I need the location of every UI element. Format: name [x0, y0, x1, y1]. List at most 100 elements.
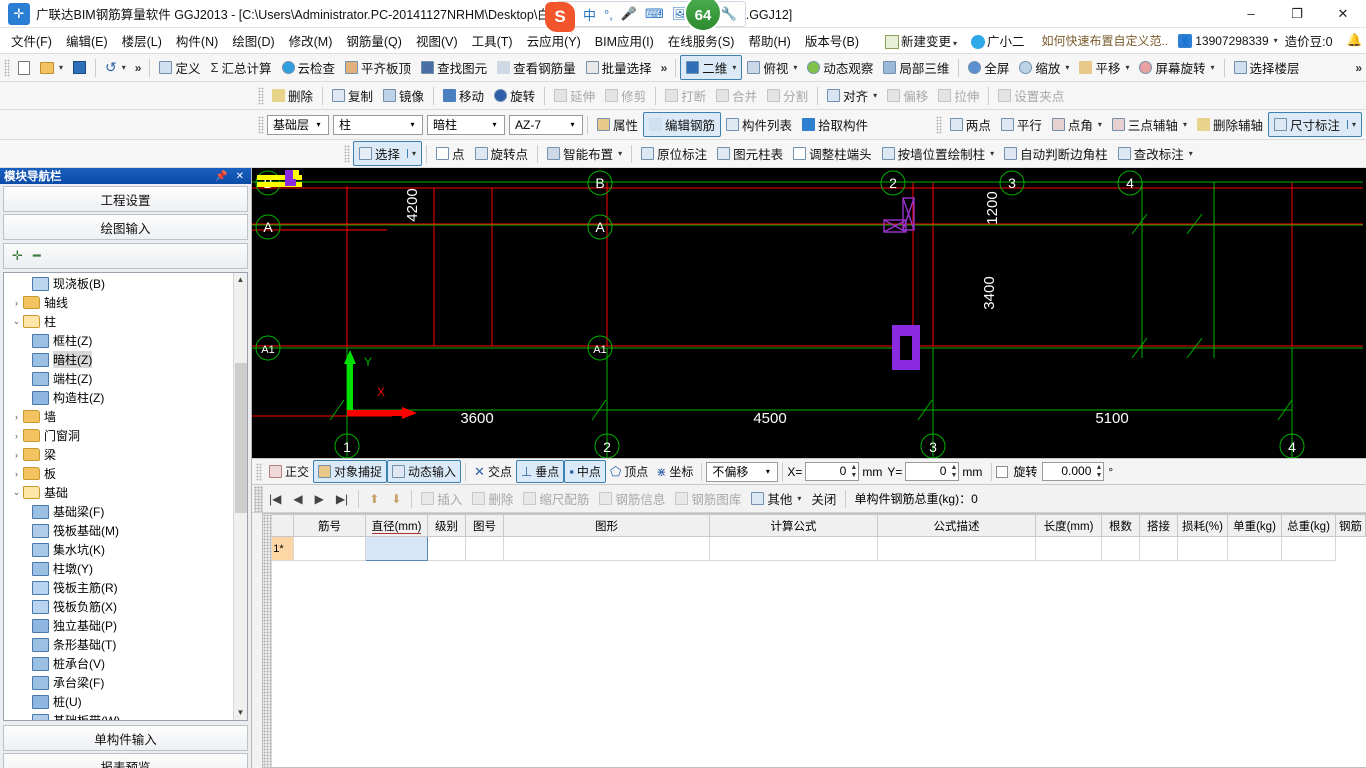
table-cell[interactable]	[293, 536, 366, 561]
rebar-info-button[interactable]: 钢筋信息	[594, 487, 670, 510]
undo-button[interactable]: ↺ ▾	[100, 57, 131, 78]
tree-item-folder[interactable]: › 门窗洞	[4, 426, 233, 445]
screen-rotate-button[interactable]: 屏幕旋转 ▾	[1134, 56, 1219, 79]
close-icon[interactable]: ✕	[236, 171, 244, 182]
cloud-check-button[interactable]: 云检查	[277, 56, 341, 79]
component-subtype-select[interactable]: 暗柱 ▾	[427, 114, 505, 135]
draw-by-wall-chevron-down-icon[interactable]: ▾	[990, 149, 994, 158]
find-element-button[interactable]: 查找图元	[416, 56, 492, 79]
tree-item-folder[interactable]: › 梁	[4, 445, 233, 464]
snapbar-gripper[interactable]	[256, 462, 262, 481]
adjust-column-end-button[interactable]: 调整柱端头	[788, 142, 877, 165]
stretch-button[interactable]: 拉伸	[933, 84, 984, 107]
select-floor-button[interactable]: 选择楼层	[1229, 56, 1305, 79]
draw-input-button[interactable]: 绘图输入	[3, 214, 248, 240]
rebar-col-9[interactable]: 搭接	[1139, 514, 1178, 537]
component-subtype-chevron-down-icon[interactable]: ▾	[487, 120, 502, 129]
delete-aux-axis-button[interactable]: 删除辅轴	[1192, 113, 1268, 136]
mirror-button[interactable]: 镜像	[378, 84, 429, 107]
view-rebar-qty-button[interactable]: 查看钢筋量	[492, 56, 581, 79]
ime-punctuation-icon[interactable]: °,	[604, 7, 613, 22]
chevron-down-icon[interactable]: ▾	[953, 39, 957, 48]
ime-lang-icon[interactable]: 中	[583, 5, 596, 24]
toolbar1-more-button[interactable]: »	[657, 61, 672, 75]
component-type-select[interactable]: 柱 ▾	[333, 114, 423, 135]
ime-tools-icon[interactable]: 🔧	[720, 6, 736, 22]
pick-component-button[interactable]: 拾取构件	[797, 113, 873, 136]
offset-mode-chevron-down-icon[interactable]: ▾	[760, 467, 775, 476]
table-row[interactable]: 1*	[263, 536, 1366, 561]
y-input[interactable]: 0 ▲ ▼	[905, 462, 960, 481]
three-point-axis-button[interactable]: 三点辅轴 ▾	[1107, 113, 1192, 136]
point-tool-button[interactable]: 点	[431, 142, 470, 165]
y-spinner-icon[interactable]: ▲ ▼	[950, 464, 957, 480]
rebar-table-wrapper[interactable]: 筋号 直径(mm) 级别 图号 图形 计算公式 公式描述 长度(mm) 根数 搭接 损耗(%) 单重(…	[262, 513, 1366, 768]
summary-calc-button[interactable]: Σ 汇总计算	[205, 56, 276, 79]
tree-item-folder[interactable]: ⌄ 基础	[4, 483, 233, 502]
rebar-col-3[interactable]: 图号	[465, 514, 504, 537]
properties-button[interactable]: 属性	[592, 113, 643, 136]
menu-bim-app[interactable]: BIM应用(I)	[588, 28, 661, 53]
nav-prev-button[interactable]: ◀	[287, 490, 308, 508]
component-tree[interactable]: 现浇板(B) › 轴线 ⌄ 柱框柱(Z) 暗柱(Z) 端柱(Z) 构造柱(Z) › 墙 › 门窗洞 › 梁…	[3, 272, 248, 721]
project-settings-button[interactable]: 工程设置	[3, 186, 248, 212]
axis-tools-gripper[interactable]	[935, 115, 942, 134]
tree-item-folder[interactable]: › 板	[4, 464, 233, 483]
menu-rebar-qty[interactable]: 钢筋量(Q)	[339, 28, 409, 53]
tree-item-leaf[interactable]: 构造柱(Z)	[4, 388, 233, 407]
set-grip-button[interactable]: 设置夹点	[993, 84, 1069, 107]
offset-button[interactable]: 偏移	[882, 84, 933, 107]
extend-button[interactable]: 延伸	[549, 84, 600, 107]
table-cell[interactable]	[1035, 536, 1102, 561]
open-file-button[interactable]: ▾	[35, 60, 68, 76]
chevron-down-icon[interactable]: ⌄	[10, 487, 23, 498]
top-view-chevron-down-icon[interactable]: ▾	[793, 63, 797, 72]
merge-button[interactable]: 合并	[711, 84, 762, 107]
tree-item-leaf[interactable]: 筏板主筋(R)	[4, 578, 233, 597]
rebar-col-8[interactable]: 根数	[1101, 514, 1140, 537]
ortho-toggle[interactable]: 正交	[265, 461, 313, 482]
collapse-all-icon[interactable]: ━	[33, 248, 41, 264]
rebar-col-12[interactable]: 总重(kg)	[1281, 514, 1336, 537]
check-annotation-chevron-down-icon[interactable]: ▾	[1189, 149, 1193, 158]
table-cell[interactable]	[1227, 536, 1282, 561]
chevron-right-icon[interactable]: ›	[10, 469, 23, 479]
maximize-button[interactable]: ❐	[1274, 0, 1320, 28]
zoom-chevron-down-icon[interactable]: ▾	[1065, 63, 1069, 72]
cad-drawing-canvas[interactable]: 1 2 3 4 BAA1 BAA1 234	[252, 168, 1366, 458]
screen-rotate-chevron-down-icon[interactable]: ▾	[1210, 63, 1214, 72]
check-annotation-button[interactable]: 查改标注 ▾	[1113, 142, 1198, 165]
move-button[interactable]: 移动	[438, 84, 489, 107]
tree-item-leaf[interactable]: 基础梁(F)	[4, 502, 233, 521]
tree-item-leaf[interactable]: 基础板带(W)	[4, 711, 233, 720]
table-left-grip[interactable]	[263, 514, 272, 767]
rebar-table[interactable]: 筋号 直径(mm) 级别 图号 图形 计算公式 公式描述 长度(mm) 根数 搭接 损耗(%) 单重(…	[263, 514, 1366, 561]
minimize-button[interactable]: –	[1228, 0, 1274, 28]
tree-item-leaf[interactable]: 桩承台(V)	[4, 654, 233, 673]
tree-item-folder[interactable]: ⌄ 柱	[4, 312, 233, 331]
rebar-col-0[interactable]: 筋号	[293, 514, 366, 537]
expand-all-icon[interactable]: ✛	[12, 248, 23, 264]
rebar-table-body[interactable]: 1*	[263, 536, 1366, 561]
dynamic-input-toggle[interactable]: 动态输入	[387, 460, 462, 483]
toolbar1-overflow-button[interactable]: »	[131, 61, 146, 75]
view-2d-chevron-down-icon[interactable]: ▾	[732, 63, 736, 72]
other-chevron-down-icon[interactable]: ▾	[797, 494, 801, 503]
nav-last-button[interactable]: ▶|	[330, 490, 354, 508]
pan-button[interactable]: 平移 ▾	[1074, 56, 1134, 79]
table-cell[interactable]	[709, 536, 878, 561]
break-button[interactable]: 打断	[660, 84, 711, 107]
tree-item-leaf[interactable]: 条形基础(T)	[4, 635, 233, 654]
menu-modify[interactable]: 修改(M)	[282, 28, 340, 53]
notification-bell-icon[interactable]: 🔔	[1340, 30, 1366, 51]
dimension-button[interactable]: 尺寸标注 ▾	[1267, 112, 1362, 137]
flush-slab-top-button[interactable]: 平齐板顶	[340, 56, 416, 79]
smart-layout-button[interactable]: 智能布置 ▾	[542, 142, 627, 165]
copy-button[interactable]: 复制	[327, 84, 378, 107]
tree-item-leaf[interactable]: 承台梁(F)	[4, 673, 233, 692]
draw-column-by-wall-button[interactable]: 按墙位置绘制柱 ▾	[877, 142, 1000, 165]
rebar-col-10[interactable]: 损耗(%)	[1177, 514, 1228, 537]
floor-select[interactable]: 基础层 ▾	[267, 114, 329, 135]
align-chevron-down-icon[interactable]: ▾	[873, 91, 877, 100]
table-cell[interactable]	[1101, 536, 1140, 561]
